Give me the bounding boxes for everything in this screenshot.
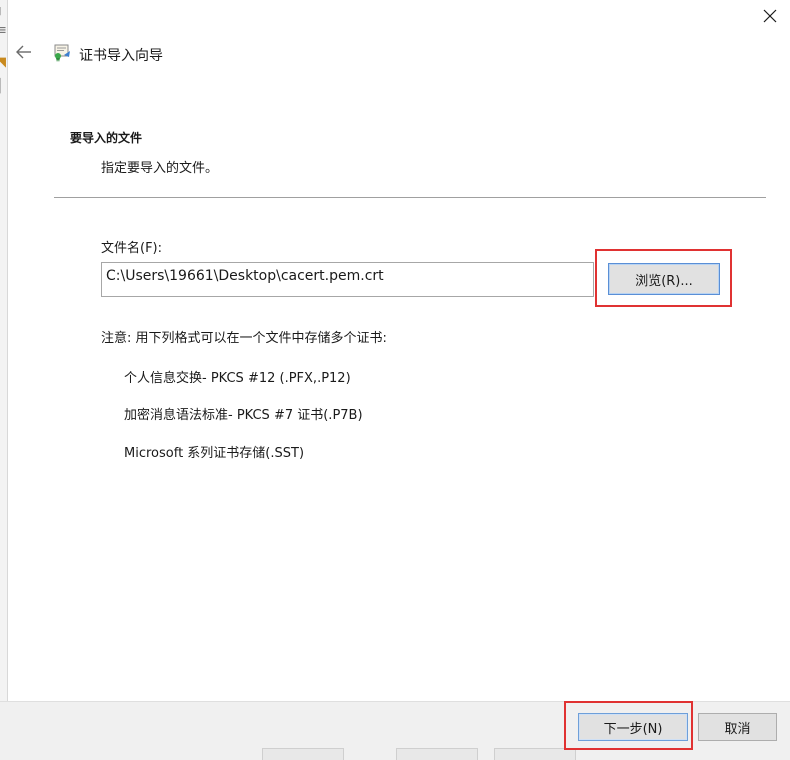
section-subheading: 指定要导入的文件。: [101, 161, 219, 176]
note-text: 注意: 用下列格式可以在一个文件中存储多个证书:: [101, 331, 387, 346]
certificate-import-wizard: ┐ ≡ ◥ ┤ 证书导入向导 要导入的文件 指定要导入的文件。 文件名(F): …: [0, 0, 790, 760]
format-item-p7b: 加密消息语法标准- PKCS #7 证书(.P7B): [124, 408, 363, 423]
next-button[interactable]: 下一步(N): [578, 713, 688, 741]
file-name-input[interactable]: [101, 262, 594, 297]
background-button: [494, 748, 576, 760]
background-button: [396, 748, 478, 760]
wizard-title: 证书导入向导: [79, 48, 163, 64]
format-item-sst: Microsoft 系列证书存储(.SST): [124, 446, 305, 461]
section-heading: 要导入的文件: [70, 131, 143, 145]
close-button[interactable]: [756, 2, 784, 30]
background-window-edge: ┐ ≡ ◥ ┤: [0, 0, 8, 760]
back-arrow-icon: [16, 45, 31, 59]
close-icon: [763, 9, 777, 23]
browse-button[interactable]: 浏览(R)...: [608, 263, 720, 295]
certificate-icon: [54, 44, 70, 62]
header-divider: [54, 197, 766, 198]
back-button[interactable]: [12, 40, 36, 64]
background-button: [262, 748, 344, 760]
cancel-button[interactable]: 取消: [698, 713, 777, 741]
file-name-label: 文件名(F):: [101, 241, 163, 256]
format-item-pfx: 个人信息交换- PKCS #12 (.PFX,.P12): [124, 371, 351, 386]
